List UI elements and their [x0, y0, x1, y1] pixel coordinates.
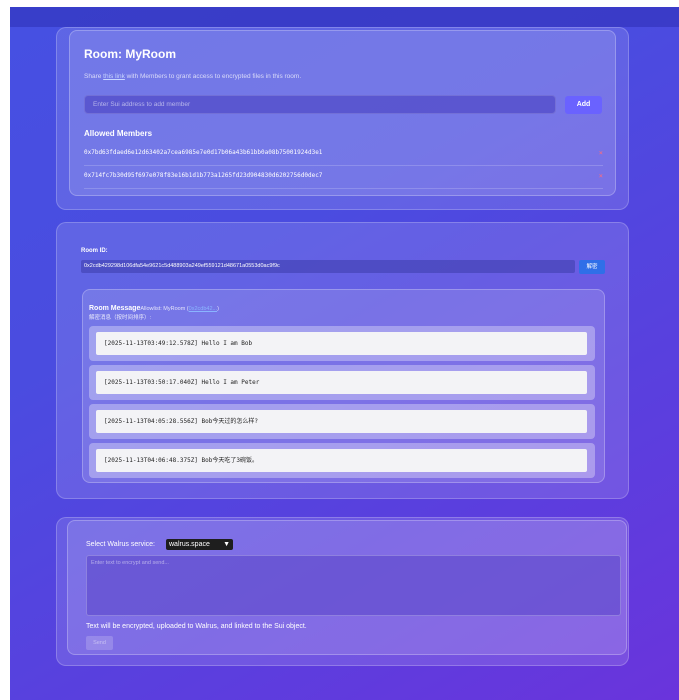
room-members-panel: Room: MyRoom Share this link with Member…	[69, 30, 616, 196]
member-row: 0x7bd63fdaed6e12d63402a7cea6985e7e0d17b0…	[84, 143, 603, 163]
composer-card: Select Walrus service: walrus.space ▼ En…	[56, 517, 629, 666]
message-textarea[interactable]: Enter text to encrypt and send...	[86, 555, 621, 616]
member-address: 0x7bd63fdaed6e12d63402a7cea6985e7e0d17b0…	[84, 149, 323, 156]
allowlist-link[interactable]: 0x2cdb42...	[189, 306, 217, 312]
member-row: 0x714fc7b30d95f697e078f83e16b1d1b773a126…	[84, 166, 603, 186]
top-bar	[10, 7, 679, 27]
share-text: Share this link with Members to grant ac…	[84, 73, 302, 80]
send-button[interactable]: Send	[86, 636, 113, 650]
message-item: [2025-11-13T03:50:17.040Z] Hello I am Pe…	[89, 365, 595, 400]
divider	[84, 188, 603, 189]
walrus-service-label: Select Walrus service:	[86, 541, 155, 548]
room-title: Room: MyRoom	[84, 47, 176, 61]
message-text: [2025-11-13T03:49:12.578Z] Hello I am Bo…	[96, 332, 587, 355]
room-id-label: Room ID:	[81, 248, 108, 254]
remove-member-icon[interactable]: ×	[599, 143, 603, 163]
message-item: [2025-11-13T04:06:48.375Z] Bob今天吃了3碗饭。	[89, 443, 595, 478]
walrus-service-select[interactable]: walrus.space ▼	[166, 539, 233, 550]
message-text: [2025-11-13T04:05:28.556Z] Bob今天过的怎么样?	[96, 410, 587, 433]
room-id-field[interactable]: 0x2cdb429298d106dfa54e9621c5d488903a249e…	[81, 260, 575, 273]
room-message-panel: Room MessageAllowlist: MyRoom (0x2cdb42.…	[82, 289, 605, 483]
walrus-service-value: walrus.space	[169, 541, 210, 548]
message-item: [2025-11-13T04:05:28.556Z] Bob今天过的怎么样?	[89, 404, 595, 439]
member-address-input[interactable]: Enter Sui address to add member	[84, 95, 556, 114]
encryption-note: Text will be encrypted, uploaded to Walr…	[86, 623, 307, 630]
allowlist-info: Allowlist: MyRoom (0x2cdb42...)	[140, 306, 219, 312]
remove-member-icon[interactable]: ×	[599, 166, 603, 186]
message-text: [2025-11-13T04:06:48.375Z] Bob今天吃了3碗饭。	[96, 449, 587, 472]
room-card: Room: MyRoom Share this link with Member…	[56, 27, 629, 210]
room-message-title: Room Message	[89, 305, 141, 312]
share-link[interactable]: this link	[103, 73, 125, 80]
chevron-down-icon: ▼	[223, 541, 230, 548]
room-view-card: Room ID: 0x2cdb429298d106dfa54e9621c5d48…	[56, 222, 629, 499]
message-item: [2025-11-13T03:49:12.578Z] Hello I am Bo…	[89, 326, 595, 361]
allowed-members-title: Allowed Members	[84, 129, 153, 138]
composer-panel: Select Walrus service: walrus.space ▼ En…	[67, 520, 627, 655]
app-background: Room: MyRoom Share this link with Member…	[10, 7, 679, 700]
member-address: 0x714fc7b30d95f697e078f83e16b1d1b773a126…	[84, 172, 323, 179]
message-text: [2025-11-13T03:50:17.040Z] Hello I am Pe…	[96, 371, 587, 394]
add-member-button[interactable]: Add	[565, 96, 602, 114]
decrypted-messages-label: 解密消息（按时间排序）:	[89, 315, 152, 321]
decrypt-button[interactable]: 解密	[579, 260, 605, 274]
